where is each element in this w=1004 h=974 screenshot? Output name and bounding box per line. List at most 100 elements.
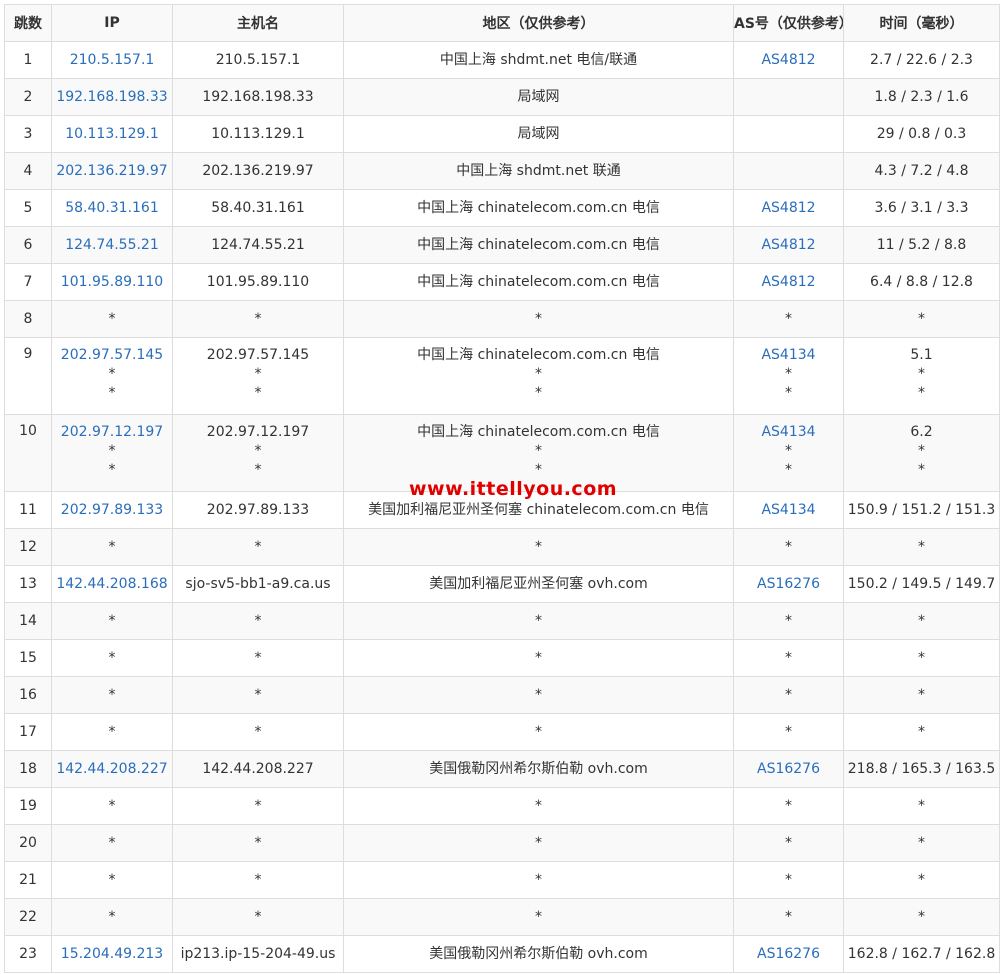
- time-cell: *: [843, 861, 1000, 899]
- region-cell: *: [343, 300, 734, 338]
- as-link[interactable]: AS16276: [735, 760, 843, 779]
- as-link[interactable]: AS4812: [735, 51, 843, 70]
- header-hop: 跳数: [4, 4, 52, 42]
- as-cell: [733, 78, 844, 116]
- as-cell: AS4812: [733, 189, 844, 227]
- time-text: *: [918, 612, 925, 629]
- host-cell: ip213.ip-15-204-49.us: [172, 935, 344, 973]
- host-cell: 142.44.208.227: [172, 750, 344, 788]
- as-cell: *: [733, 787, 844, 825]
- ip-link[interactable]: 10.113.129.1: [53, 125, 172, 144]
- region-text: *: [535, 834, 542, 851]
- region-text: 中国上海 chinatelecom.com.cn 电信: [417, 424, 660, 440]
- ip-link[interactable]: 210.5.157.1: [53, 51, 172, 70]
- table-row: 1 210.5.157.1 210.5.157.1 中国上海 shdmt.net 电信…: [4, 41, 1000, 79]
- header-region: 地区（仅供参考）: [343, 4, 734, 42]
- as-text: *: [785, 366, 792, 382]
- ip-link[interactable]: 142.44.208.168: [53, 575, 172, 594]
- host-text: 202.97.89.133: [206, 501, 310, 518]
- as-link[interactable]: AS16276: [735, 945, 843, 964]
- table-row: 23 15.204.49.213 ip213.ip-15-204-49.us 美国俄勒…: [4, 935, 1000, 973]
- ip-cell: *: [51, 602, 173, 640]
- time-text: *: [918, 834, 925, 851]
- header-host: 主机名: [172, 4, 344, 42]
- region-cell: 美国俄勒冈州希尔斯伯勒 ovh.com: [343, 935, 734, 973]
- region-cell: *: [343, 787, 734, 825]
- ip-link[interactable]: 124.74.55.21: [53, 236, 172, 255]
- time-cell: *: [843, 602, 1000, 640]
- time-text: 218.8 / 165.3 / 163.5: [847, 760, 996, 777]
- time-text: 3.6 / 3.1 / 3.3: [874, 199, 969, 216]
- as-link[interactable]: AS4134: [735, 346, 843, 365]
- ip-cell: 124.74.55.21: [51, 226, 173, 264]
- ip-link[interactable]: 202.97.12.197: [53, 423, 172, 442]
- time-cell: *: [843, 898, 1000, 936]
- table-row: 9 202.97.57.145 * * 202.97.57.145 * * 中国上海 chin…: [4, 337, 1000, 415]
- as-link[interactable]: AS4812: [735, 199, 843, 218]
- time-text: 11 / 5.2 / 8.8: [876, 236, 967, 253]
- ip-link[interactable]: 58.40.31.161: [53, 199, 172, 218]
- region-cell: 美国俄勒冈州希尔斯伯勒 ovh.com: [343, 750, 734, 788]
- as-cell: *: [733, 824, 844, 862]
- ip-link[interactable]: 192.168.198.33: [53, 88, 172, 107]
- time-text: 6.2: [910, 424, 933, 440]
- ip-cell: *: [51, 676, 173, 714]
- time-cell: 2.7 / 22.6 / 2.3: [843, 41, 1000, 79]
- as-cell: [733, 152, 844, 190]
- table-row: 5 58.40.31.161 58.40.31.161 中国上海 chinatelec…: [4, 189, 1000, 227]
- region-text: *: [535, 612, 542, 629]
- table-row: 21 * * * * *: [4, 861, 1000, 899]
- as-cell: AS4812: [733, 263, 844, 301]
- ip-cell: 202.136.219.97: [51, 152, 173, 190]
- as-cell: AS16276: [733, 750, 844, 788]
- ip-text: *: [108, 310, 116, 327]
- ip-text: *: [108, 538, 116, 555]
- host-cell: *: [172, 713, 344, 751]
- host-cell: 58.40.31.161: [172, 189, 344, 227]
- hop-cell: 13: [4, 565, 52, 603]
- region-text: 中国上海 chinatelecom.com.cn 电信: [417, 199, 660, 216]
- ip-text: *: [108, 649, 116, 666]
- as-text: *: [785, 443, 792, 459]
- as-link[interactable]: AS16276: [735, 575, 843, 594]
- host-cell: *: [172, 676, 344, 714]
- region-text: 局域网: [517, 125, 560, 142]
- time-text: *: [918, 310, 925, 327]
- host-cell: 202.97.89.133: [172, 491, 344, 529]
- host-text: 10.113.129.1: [211, 125, 305, 142]
- as-text: *: [785, 686, 792, 703]
- host-cell: 124.74.55.21: [172, 226, 344, 264]
- region-cell: 中国上海 chinatelecom.com.cn 电信: [343, 189, 734, 227]
- as-link[interactable]: AS4134: [735, 501, 843, 520]
- ip-link[interactable]: 202.97.89.133: [53, 501, 172, 520]
- ip-link[interactable]: 101.95.89.110: [53, 273, 172, 292]
- time-text: *: [918, 723, 925, 740]
- ip-link[interactable]: 202.136.219.97: [53, 162, 172, 181]
- time-cell: 150.2 / 149.5 / 149.7: [843, 565, 1000, 603]
- time-text: 4.3 / 7.2 / 4.8: [874, 162, 969, 179]
- as-link[interactable]: AS4134: [735, 423, 843, 442]
- table-row: 18 142.44.208.227 142.44.208.227 美国俄勒冈州希尔斯伯…: [4, 750, 1000, 788]
- time-text: *: [918, 649, 925, 666]
- hop-cell: 8: [4, 300, 52, 338]
- as-link[interactable]: AS4812: [735, 236, 843, 255]
- ip-link[interactable]: 202.97.57.145: [53, 346, 172, 365]
- hop-cell: 20: [4, 824, 52, 862]
- region-text: *: [535, 538, 542, 555]
- ip-link[interactable]: 15.204.49.213: [53, 945, 172, 964]
- region-text: *: [535, 385, 542, 401]
- table-row: 6 124.74.55.21 124.74.55.21 中国上海 chinatelec…: [4, 226, 1000, 264]
- hop-cell: 16: [4, 676, 52, 714]
- host-text: 142.44.208.227: [202, 760, 314, 777]
- host-cell: 210.5.157.1: [172, 41, 344, 79]
- as-text: *: [785, 310, 792, 327]
- hop-cell: 21: [4, 861, 52, 899]
- ip-cell: 202.97.12.197 * *: [51, 414, 173, 492]
- table-row: 7 101.95.89.110 101.95.89.110 中国上海 chinatel…: [4, 263, 1000, 301]
- region-cell: *: [343, 602, 734, 640]
- ip-link[interactable]: 142.44.208.227: [53, 760, 172, 779]
- table-row: 8 * * * * *: [4, 300, 1000, 338]
- ip-cell: *: [51, 300, 173, 338]
- as-link[interactable]: AS4812: [735, 273, 843, 292]
- region-text: *: [535, 366, 542, 382]
